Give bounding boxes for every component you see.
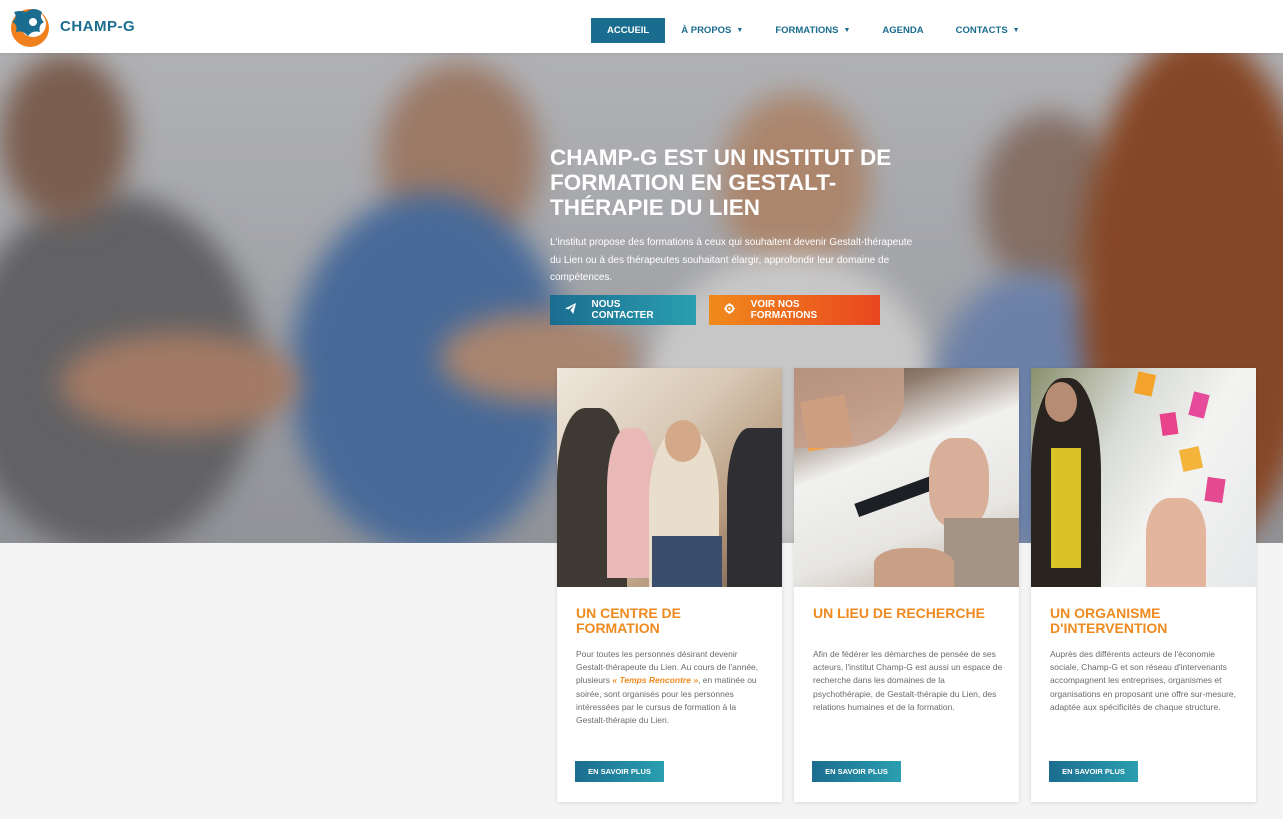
hero-title: CHAMP-G EST UN INSTITUT DE FORMATION EN … — [550, 145, 892, 220]
caret-down-icon: ▼ — [736, 27, 744, 34]
card-title: UN CENTRE DE FORMATION — [576, 605, 682, 636]
logo-mark-icon — [11, 9, 49, 47]
nav-item-label: FORMATIONS — [775, 25, 839, 36]
temps-rencontre-highlight: « Temps Rencontre » — [612, 675, 699, 686]
card-recherche: UN LIEU DE RECHERCHE Afin de fédérer les… — [794, 368, 1019, 802]
contact-button-label: NOUS CONTACTER — [591, 299, 654, 321]
logo-text: CHAMP-G — [60, 17, 136, 35]
learn-more-button[interactable]: EN SAVOIR PLUS — [1049, 761, 1138, 782]
view-formations-label: VOIR NOS FORMATIONS — [750, 299, 818, 321]
card-image-shape — [1188, 391, 1210, 419]
card-image-shape — [794, 368, 904, 448]
card-image-shape — [1159, 411, 1179, 437]
card-title: UN LIEU DE RECHERCHE — [813, 605, 985, 621]
card-image-shape — [1178, 446, 1204, 472]
card-image-shape — [1051, 448, 1081, 568]
card-image-shape — [874, 548, 954, 587]
card-image-sticky-notes — [1031, 368, 1256, 587]
view-formations-button[interactable]: VOIR NOS FORMATIONS — [709, 295, 880, 325]
card-image-shape — [1204, 476, 1226, 504]
card-image-group-meeting — [557, 368, 782, 587]
card-image-shape — [1133, 371, 1157, 397]
card-text: Afin de fédérer les démarches de pensée … — [813, 649, 1003, 712]
gear-icon — [723, 303, 737, 317]
card-intervention: UN ORGANISME D'INTERVENTION Auprès des d… — [1031, 368, 1256, 802]
nav-item-label: ACCUEIL — [607, 25, 650, 36]
card-image-shape — [1146, 498, 1206, 587]
nav-item-label: CONTACTS — [955, 25, 1008, 36]
card-image-shape — [1045, 382, 1077, 422]
nav-item-contacts[interactable]: CONTACTS ▼ — [940, 18, 1036, 43]
site-header: CHAMP-G ACCUEIL À PROPOS ▼ FORMATIONS ▼ … — [0, 0, 1283, 53]
card-image-writing-notes — [794, 368, 1019, 587]
nav-item-label: À PROPOS — [681, 25, 732, 36]
contact-button[interactable]: NOUS CONTACTER — [550, 295, 696, 325]
nav-item-formations[interactable]: FORMATIONS ▼ — [759, 18, 866, 43]
main-nav: ACCUEIL À PROPOS ▼ FORMATIONS ▼ AGENDA C… — [591, 18, 1036, 43]
card-image-shape — [665, 420, 701, 462]
nav-item-agenda[interactable]: AGENDA — [866, 18, 939, 43]
caret-down-icon: ▼ — [1012, 27, 1020, 34]
paper-plane-icon — [564, 303, 578, 317]
learn-more-button[interactable]: EN SAVOIR PLUS — [575, 761, 664, 782]
logo[interactable]: CHAMP-G — [6, 3, 156, 49]
card-text: Auprès des différents acteurs de l'écono… — [1050, 649, 1237, 712]
hero-content: CHAMP-G EST UN INSTITUT DE FORMATION EN … — [550, 145, 930, 287]
card-text: Pour toutes les personnes désirant deven… — [576, 648, 766, 727]
nav-item-a-propos[interactable]: À PROPOS ▼ — [665, 18, 759, 43]
learn-more-button[interactable]: EN SAVOIR PLUS — [812, 761, 901, 782]
hero-description: L'institut propose des formations à ceux… — [550, 237, 913, 283]
nav-item-accueil[interactable]: ACCUEIL — [591, 18, 666, 43]
card-image-shape — [652, 536, 722, 587]
caret-down-icon: ▼ — [843, 27, 851, 34]
card-formation: UN CENTRE DE FORMATION Pour toutes les p… — [557, 368, 782, 802]
card-title: UN ORGANISME D'INTERVENTION — [1050, 605, 1168, 636]
card-image-shape — [929, 438, 989, 528]
card-image-shape — [727, 428, 782, 587]
hero-buttons: NOUS CONTACTER VOIR NOS FORMATIONS — [550, 295, 880, 325]
card-image-shape — [944, 518, 1019, 587]
nav-item-label: AGENDA — [882, 25, 924, 36]
